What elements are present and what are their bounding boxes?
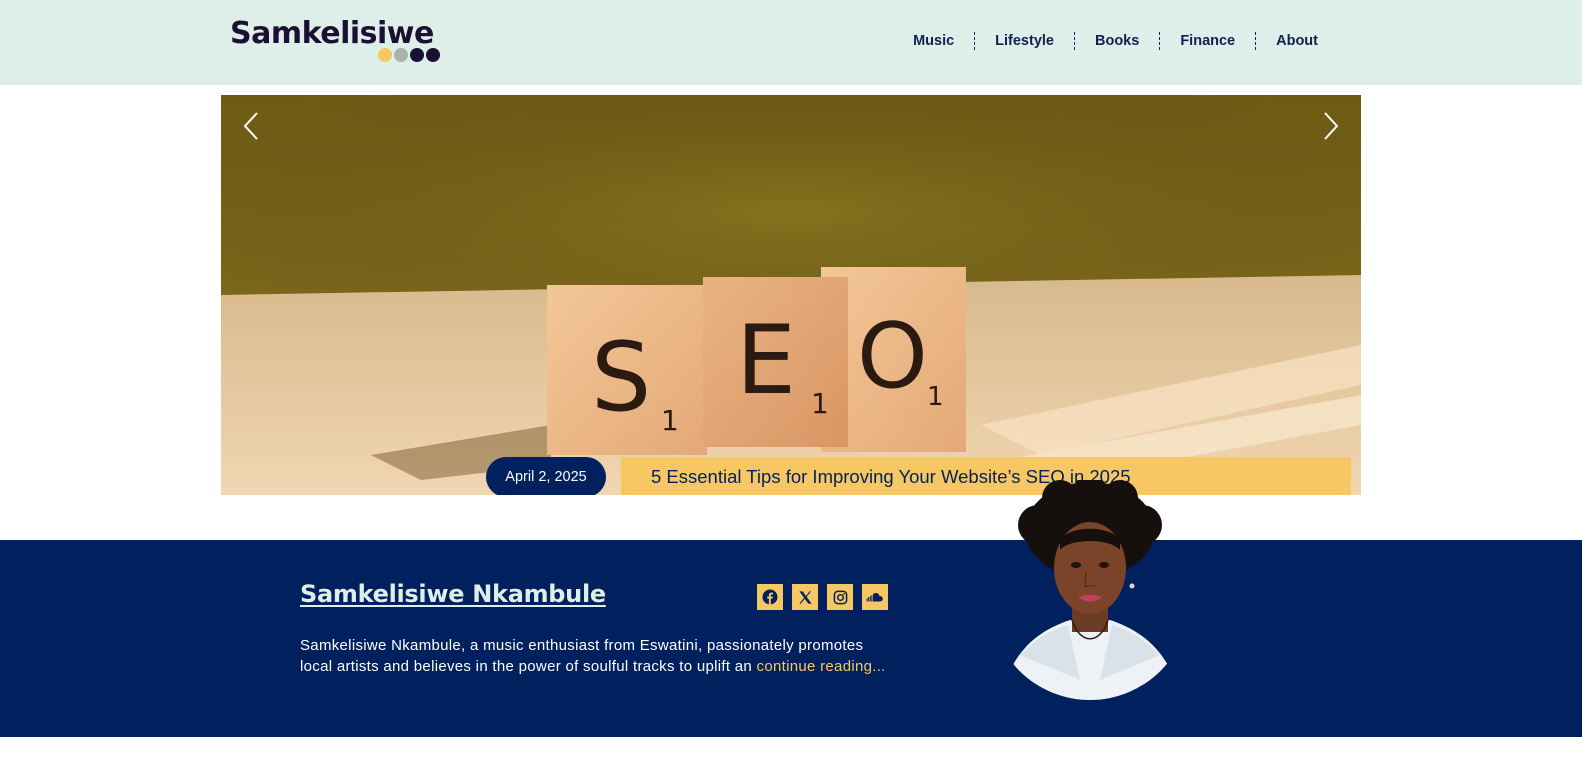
logo-dot	[394, 48, 408, 62]
svg-text:S: S	[591, 323, 651, 433]
logo-dot	[378, 48, 392, 62]
logo-dot	[410, 48, 424, 62]
author-name-link[interactable]: Samkelisiwe Nkambule	[300, 580, 606, 608]
featured-post-title[interactable]: 5 Essential Tips for Improving Your Webs…	[621, 457, 1351, 495]
soundcloud-link[interactable]	[862, 584, 888, 610]
facebook-icon	[762, 589, 778, 605]
svg-text:1: 1	[661, 404, 679, 437]
facebook-link[interactable]	[757, 584, 783, 610]
chevron-left-icon[interactable]	[235, 109, 269, 143]
featured-post-image[interactable]: S 1 E 1 O 1	[221, 95, 1361, 495]
author-section: Samkelisiwe Nkambule Samkelisiwe Nkambul…	[0, 540, 1582, 737]
instagram-icon	[833, 590, 847, 604]
featured-slider: S 1 E 1 O 1 April 2, 2025 5 Essential Ti…	[221, 95, 1361, 495]
svg-text:1: 1	[927, 382, 944, 412]
x-link[interactable]	[792, 584, 818, 610]
logo-text: Samkelisiwe	[230, 16, 434, 51]
continue-reading-link[interactable]: continue reading...	[757, 658, 886, 675]
svg-text:E: E	[736, 306, 796, 416]
svg-text:1: 1	[811, 387, 829, 420]
nav-item-lifestyle[interactable]: Lifestyle	[975, 30, 1074, 52]
author-avatar	[1000, 480, 1182, 700]
nav-item-about[interactable]: About	[1256, 30, 1338, 52]
main-nav: Music Lifestyle Books Finance About	[893, 30, 1338, 52]
nav-item-books[interactable]: Books	[1075, 30, 1159, 52]
post-date-badge: April 2, 2025	[486, 457, 606, 495]
author-bio: Samkelisiwe Nkambule, a music enthusiast…	[300, 635, 900, 677]
svg-text:O: O	[857, 304, 928, 409]
x-icon	[798, 590, 812, 604]
nav-item-music[interactable]: Music	[893, 30, 974, 52]
soundcloud-icon	[866, 593, 883, 602]
site-header: Samkelisiwe Music Lifestyle Books Financ…	[0, 0, 1582, 85]
social-links	[757, 584, 888, 610]
logo-dot	[426, 48, 440, 62]
logo-dots	[378, 48, 440, 62]
instagram-link[interactable]	[827, 584, 853, 610]
chevron-right-icon[interactable]	[1313, 109, 1347, 143]
site-logo[interactable]: Samkelisiwe	[230, 16, 440, 62]
nav-item-finance[interactable]: Finance	[1160, 30, 1255, 52]
